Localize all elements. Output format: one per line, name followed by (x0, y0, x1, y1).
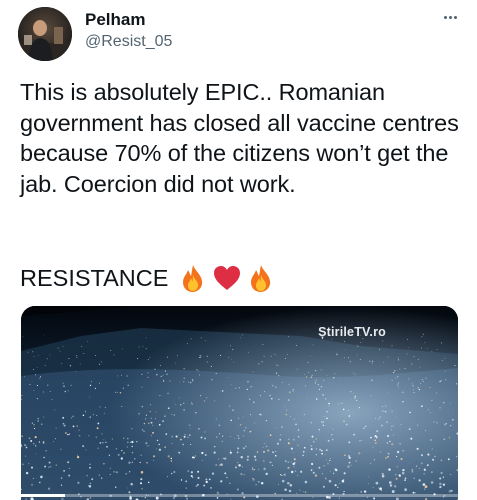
user-handle[interactable]: @Resist_05 (85, 33, 172, 51)
avatar[interactable] (18, 7, 72, 61)
more-options-icon (448, 15, 452, 19)
resistance-word: RESISTANCE (20, 264, 169, 291)
video-progress-fill (21, 494, 65, 497)
display-name[interactable]: Pelham (85, 10, 145, 30)
tweet: Pelham @Resist_05 This is absolutely EPI… (0, 0, 477, 500)
tweet-video[interactable]: ȘtirileTV.ro (21, 306, 458, 500)
more-options-button[interactable] (438, 8, 462, 26)
fire-emoji-icon (183, 265, 203, 292)
more-options-icon (453, 15, 457, 19)
tweet-text: This is absolutely EPIC.. Romanian gover… (20, 79, 459, 197)
fire-emoji-icon (251, 265, 271, 292)
video-watermark: ȘtirileTV.ro (318, 325, 386, 339)
tweet-tagline: RESISTANCE (20, 262, 276, 294)
video-progress-bar[interactable] (21, 494, 458, 497)
red-heart-emoji-icon (214, 266, 241, 290)
crowd-video-frame (21, 306, 458, 500)
more-options-icon (443, 15, 447, 19)
